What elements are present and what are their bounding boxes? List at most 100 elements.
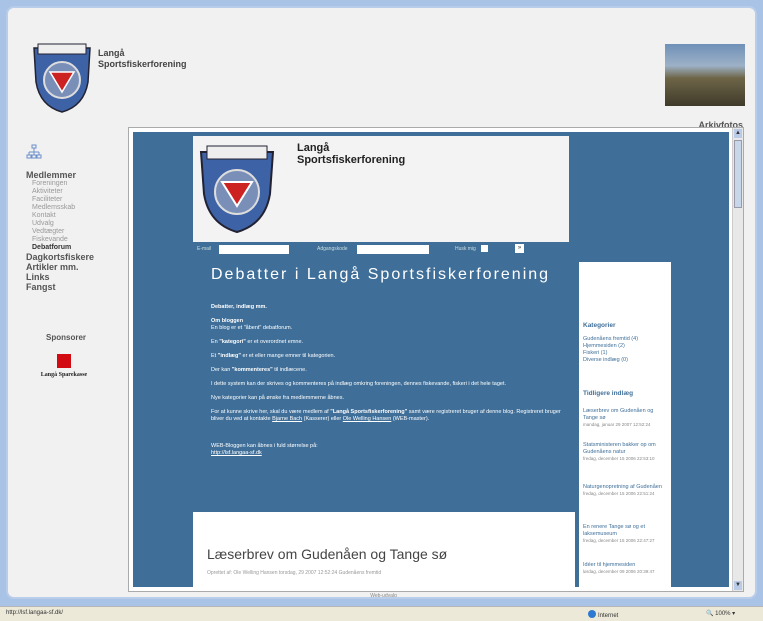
p7-mid2: (Kasserer) eller (302, 416, 343, 422)
browser-statusbar: http://lsf.langaa-sf.dk/ Internet 🔍 100%… (0, 606, 763, 621)
side-nav: Medlemmer Foreningen Aktiviteter Facilitete… (26, 170, 126, 292)
earlier-post-date: mandag, januar 29 2007 12:52:24 (583, 422, 651, 427)
category-link[interactable]: Diverse indlæg (0) (583, 357, 628, 364)
category-link[interactable]: Gudenåens fremtid (4) (583, 336, 638, 343)
login-bar: E-mail Adgangskode Husk mig » (193, 242, 569, 256)
nav-item[interactable]: Debatforum (26, 244, 126, 252)
post-title[interactable]: Læserbrev om Gudenåen og Tange sø (207, 546, 447, 562)
site-name-line2: Sportsfiskerforening (98, 59, 187, 69)
nav-item[interactable]: Links (26, 272, 126, 282)
post-meta: Oprettet af: Ole Welling Hansen torsdag,… (207, 570, 382, 576)
nav-item[interactable]: Artikler mm. (26, 262, 126, 272)
p7-post: (WEB-master). (391, 416, 430, 422)
site-name-line1: Langå (98, 48, 125, 58)
earlier-post-title[interactable]: Læserbrev om Gudenåen og Tange sø (583, 408, 669, 422)
blog-content: Debatter i Langå Sportsfiskerforening De… (193, 260, 575, 510)
nav-item[interactable]: Vedtægter (26, 228, 126, 236)
p3-bold: "indlæg" (217, 353, 241, 359)
earlier-post-title[interactable]: Statsministeren bakker op om Gudenåens n… (583, 442, 669, 456)
globe-icon (588, 610, 596, 618)
blog-frame: Langå Sportsfiskerforening E-mail Adgang… (128, 127, 744, 592)
nav-item[interactable]: Udvalg (26, 220, 126, 228)
paragraph-2: En "kategori" er et overordnet emne. (211, 339, 561, 346)
remember-label: Husk mig (455, 246, 476, 252)
frame-scrollbar[interactable]: ▲ ▼ (732, 128, 743, 591)
earlier-post-title[interactable]: Naturgenopretning af Gudenåen (583, 484, 669, 491)
p4-post: til indlæcene. (272, 367, 307, 373)
email-input[interactable] (219, 245, 289, 254)
scroll-thumb[interactable] (734, 140, 742, 208)
blog-post: Læserbrev om Gudenåen og Tange sø Oprett… (193, 512, 575, 587)
earlier-post[interactable]: Læserbrev om Gudenåen og Tange sø mandag,… (583, 408, 669, 428)
login-button[interactable]: » (515, 244, 524, 253)
blog-sidebar: Kategorier Tidligere indlæg Gudenåens fr… (579, 262, 671, 587)
p4-bold: "kommenteres" (231, 367, 273, 373)
earlier-post[interactable]: Naturgenopretning af Gudenåen fredag, dec… (583, 484, 669, 497)
blog-header-title: Langå Sportsfiskerforening (297, 142, 405, 166)
remember-checkbox[interactable] (481, 245, 488, 252)
intro-heading: Debatter, indlæg mm. (211, 304, 267, 310)
blog-header: Langå Sportsfiskerforening (193, 136, 569, 256)
paragraph-4: Der kan "kommenteres" til indlæcene. (211, 367, 561, 374)
link-ole-welling-hansen[interactable]: Ole Welling Hansen (343, 416, 392, 422)
browser-window: Langå Sportsfiskerforening Arkivfotos Me… (6, 6, 757, 599)
category-link[interactable]: Hjemmesiden (2) (583, 343, 625, 350)
scroll-down-arrow-icon[interactable]: ▼ (734, 581, 742, 590)
zoom-level[interactable]: 🔍 100% ▾ (706, 610, 735, 617)
sitemap-icon[interactable] (26, 144, 42, 160)
zoom-value: 100% (715, 611, 731, 617)
earlier-post[interactable]: En renere Tange sø og et laksemuseum fred… (583, 524, 669, 544)
p7-pre: For at kunne skrive her, skal du være me… (211, 409, 331, 415)
arkiv-photo[interactable] (665, 44, 745, 106)
paragraph-1: En blog er et "åbent" debatforum. (211, 325, 293, 331)
about-heading: Om bloggen (211, 318, 244, 324)
paragraph-3: Et "indlæg" er et eller mange emner til … (211, 353, 561, 360)
earlier-post-date: fredag, december 15 2006 22:47:27 (583, 538, 655, 543)
nav-item[interactable]: Foreningen (26, 180, 126, 188)
earlier-posts-heading: Tidligere indlæg (583, 390, 634, 397)
paragraph-7: For at kunne skrive her, skal du være me… (211, 409, 561, 423)
category-link[interactable]: Fiskeri (1) (583, 350, 607, 357)
nav-item[interactable]: Kontakt (26, 212, 126, 220)
email-label: E-mail (197, 246, 212, 252)
club-logo[interactable] (30, 42, 94, 114)
sparekasse-icon (57, 354, 71, 368)
categories-heading: Kategorier (583, 322, 616, 329)
nav-item[interactable]: Medlemsskab (26, 204, 126, 212)
password-label: Adgangskode (317, 246, 348, 252)
scroll-up-arrow-icon[interactable]: ▲ (734, 129, 742, 138)
earlier-post-date: lørdag, december 09 2006 20:39:47 (583, 569, 655, 574)
p2-bold: "kategori" (219, 339, 246, 345)
blog-logo[interactable] (197, 144, 277, 234)
p3-post: er et eller mange emner til kategorien. (240, 353, 336, 359)
status-url: http://lsf.langaa-sf.dk/ (6, 610, 64, 616)
nav-item[interactable]: Fangst (26, 282, 126, 292)
blog-intro: Debatter, indlæg mm. Om bloggen En blog … (211, 304, 561, 457)
earlier-post-title[interactable]: Idéer til hjemmesiden (583, 562, 669, 569)
p2-post: er et overordnet emne. (245, 339, 304, 345)
nav-item[interactable]: Dagkortsfiskere (26, 252, 126, 262)
link-full-blog[interactable]: http://lsf.langaa-sf.dk (211, 450, 561, 457)
earlier-post[interactable]: Statsministeren bakker op om Gudenåens n… (583, 442, 669, 462)
p7-bold: "Langå Sportsfiskerforening" (330, 409, 408, 415)
paragraph-6: Nye kategorier kan på ønske fra medlemme… (211, 395, 344, 401)
p3-pre: Et (211, 353, 218, 359)
blog-header-line1: Langå (297, 142, 330, 154)
password-input[interactable] (357, 245, 429, 254)
blog-title: Debatter i Langå Sportsfiskerforening (211, 266, 551, 283)
nav-item[interactable]: Aktiviteter (26, 188, 126, 196)
sponsor-label: Sponsorer (46, 333, 87, 342)
sponsor-logo[interactable]: Langå Sparekasse (38, 354, 90, 388)
nav-item[interactable]: Faciliteter (26, 196, 126, 204)
nav-item[interactable]: Fiskevande (26, 236, 126, 244)
blog-background: Langå Sportsfiskerforening E-mail Adgang… (133, 132, 729, 587)
site-name: Langå Sportsfiskerforening (98, 48, 187, 70)
link-bjarne-bach[interactable]: Bjarne Bach (272, 416, 302, 422)
paragraph-8: WEB-Bloggen kan åbnes i fuld størrelse p… (211, 443, 318, 449)
zone-label: Internet (598, 613, 619, 619)
earlier-post-date: fredag, december 15 2006 22:51:24 (583, 491, 655, 496)
earlier-post[interactable]: Idéer til hjemmesiden lørdag, december 09… (583, 562, 669, 575)
page-footer: Web-udvalg (370, 593, 397, 599)
earlier-post-title[interactable]: En renere Tange sø og et laksemuseum (583, 524, 669, 538)
nav-item[interactable]: Medlemmer (26, 170, 126, 180)
